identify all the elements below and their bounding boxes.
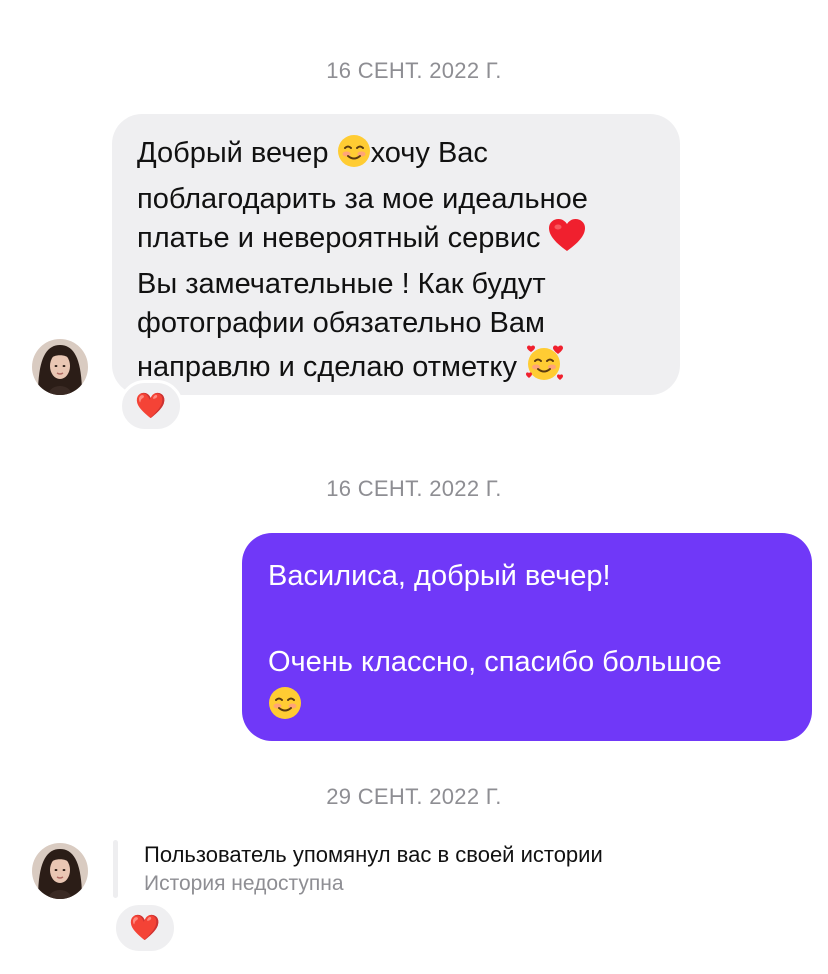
avatar[interactable]	[32, 843, 88, 899]
heart-reaction[interactable]: ❤️	[119, 380, 183, 432]
red-heart-icon	[548, 219, 585, 265]
date-separator: 29 СЕНТ. 2022 Г.	[326, 784, 502, 809]
heart-reaction[interactable]: ❤️	[113, 902, 177, 954]
date-separator: 16 СЕНТ. 2022 Г.	[326, 476, 502, 501]
heart-reaction-icon: ❤️	[135, 392, 167, 420]
smiling-face-icon	[337, 134, 371, 180]
heart-reaction-icon: ❤️	[129, 914, 161, 942]
incoming-message-bubble[interactable]: Добрый вечер хочу Вас поблагодарить за м…	[112, 114, 680, 395]
message-text: фотографии обязательно Вам	[137, 307, 545, 339]
story-mention-title[interactable]: Пользователь упомянул вас в своей истори…	[144, 842, 603, 868]
outgoing-message-bubble[interactable]: Василиса, добрый вечер! Очень классно, с…	[242, 533, 812, 741]
message-text	[268, 598, 792, 641]
message-text: Очень классно, спасибо большое	[268, 646, 722, 678]
smiling-face-icon	[268, 686, 302, 733]
message-text: направлю и сделаю отметку	[137, 350, 517, 383]
message-text: хочу Вас	[370, 137, 488, 169]
date-separator: 16 СЕНТ. 2022 Г.	[326, 58, 502, 83]
avatar[interactable]	[32, 339, 88, 395]
message-text: платье и невероятный сервис	[137, 222, 541, 254]
message-text: Василиса, добрый вечер!	[268, 560, 611, 592]
smiling-face-with-hearts-icon	[525, 344, 565, 394]
message-text: Добрый вечер	[137, 137, 329, 169]
message-text: поблагодарить за мое идеальное	[137, 182, 588, 215]
story-reply-bar	[113, 840, 118, 898]
story-unavailable-label: История недоступна	[144, 872, 344, 895]
message-text: Вы замечательные ! Как будут	[137, 267, 546, 300]
